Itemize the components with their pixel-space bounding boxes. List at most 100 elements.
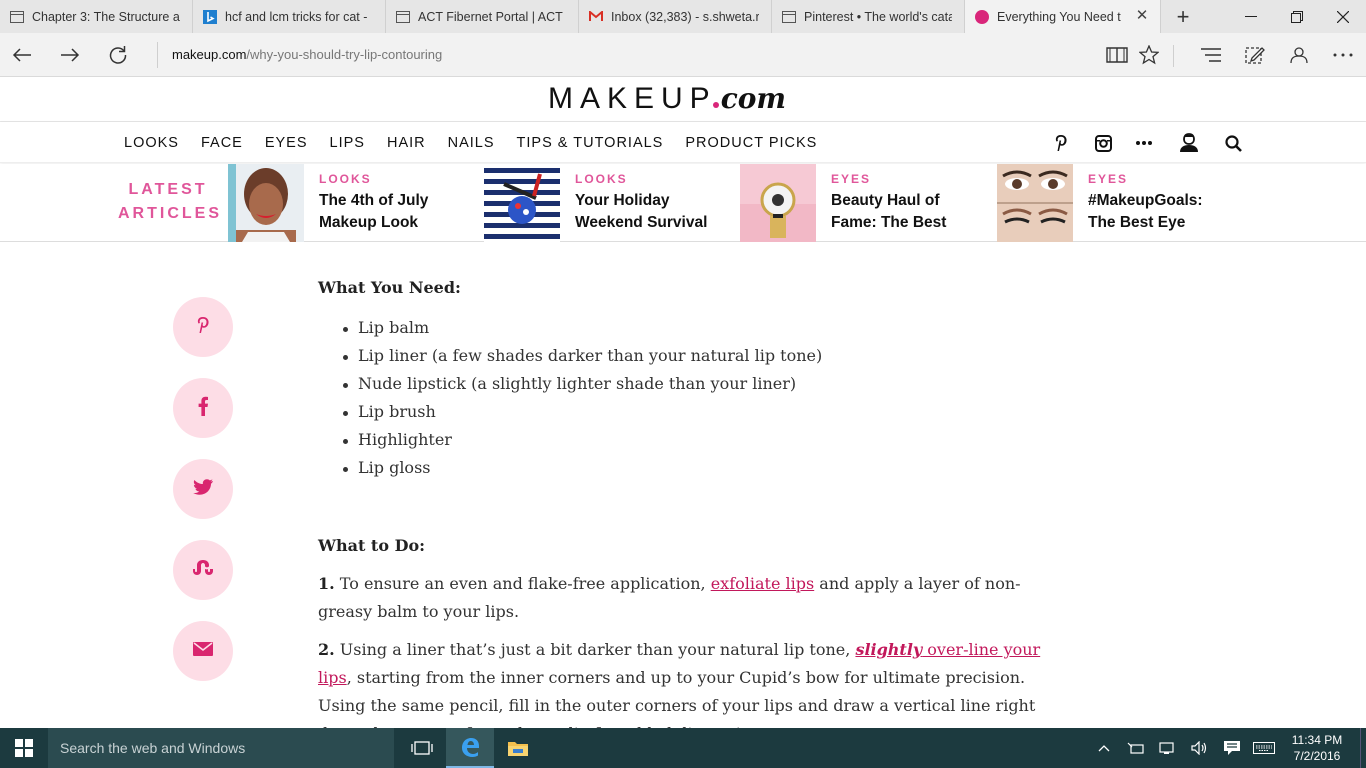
what-you-need-heading: What You Need: <box>318 278 461 297</box>
share-icon[interactable] <box>1286 42 1312 68</box>
show-desktop-button[interactable] <box>1360 728 1366 768</box>
close-window-button[interactable] <box>1320 0 1366 33</box>
article-category: LOOKS <box>319 172 372 186</box>
volume-icon[interactable] <box>1184 728 1216 768</box>
url-field[interactable]: makeup.com/why-you-should-try-lip-contou… <box>157 42 1087 68</box>
latest-article-card[interactable]: EYES Beauty Haul of Fame: The Best <box>740 164 996 242</box>
hub-icon[interactable] <box>1198 42 1224 68</box>
more-icon[interactable] <box>1133 132 1155 154</box>
latest-label-line2: ARTICLES <box>118 205 222 222</box>
article-thumbnail[interactable] <box>484 164 560 242</box>
url-path: /why-you-should-try-lip-contouring <box>246 47 443 62</box>
step-text: Using a liner that’s just a bit darker t… <box>339 640 856 659</box>
article-thumbnail[interactable] <box>997 164 1073 242</box>
restore-button[interactable] <box>1274 0 1320 33</box>
latest-article-card[interactable]: EYES #MakeupGoals: The Best Eye <box>997 164 1253 242</box>
share-stumbleupon-button[interactable] <box>173 540 233 600</box>
keyboard-icon[interactable] <box>1248 728 1280 768</box>
site-logo[interactable]: MAKEUP com <box>548 82 786 118</box>
tab-bar: Chapter 3: The Structure a hcf and lcm t… <box>0 0 1366 33</box>
step-text: To ensure an even and flake-free applica… <box>339 574 711 593</box>
nav-looks[interactable]: LOOKS <box>124 135 179 151</box>
tab-inbox[interactable]: Inbox (32,383) - s.shweta.r <box>579 0 772 33</box>
article-title[interactable]: Your Holiday Weekend Survival <box>575 190 745 234</box>
account-icon[interactable] <box>1178 132 1200 154</box>
pinterest-icon[interactable] <box>1050 132 1072 154</box>
show-hidden-icons-icon[interactable] <box>1088 728 1120 768</box>
step-1: 1. To ensure an even and flake-free appl… <box>318 570 1058 626</box>
share-pinterest-button[interactable] <box>173 297 233 357</box>
page-icon <box>782 10 796 24</box>
tab-pinterest[interactable]: Pinterest • The world's cata <box>772 0 965 33</box>
nav-lips[interactable]: LIPS <box>330 135 365 151</box>
article-thumbnail[interactable] <box>740 164 816 242</box>
share-email-button[interactable] <box>173 621 233 681</box>
task-view-icon[interactable] <box>398 728 446 768</box>
network-icon[interactable] <box>1152 728 1184 768</box>
article-thumbnail[interactable] <box>228 164 304 242</box>
latest-articles-strip: LATEST ARTICLES LOOKS The 4th of July Mak… <box>0 164 1366 242</box>
latest-article-card[interactable]: LOOKS Your Holiday Weekend Survival <box>484 164 740 242</box>
article-category: EYES <box>831 172 872 186</box>
minimize-button[interactable] <box>1228 0 1274 33</box>
start-button[interactable] <box>0 728 48 768</box>
nav-product-picks[interactable]: PRODUCT PICKS <box>685 135 817 151</box>
list-item: Lip brush <box>340 398 1058 426</box>
slightly-link[interactable]: slightly <box>855 640 922 659</box>
nav-face[interactable]: FACE <box>201 135 243 151</box>
article-title[interactable]: The 4th of July Makeup Look <box>319 190 489 234</box>
forward-button[interactable] <box>54 40 86 70</box>
taskbar-clock[interactable]: 11:34 PM 7/2/2016 <box>1280 732 1354 764</box>
gmail-icon <box>589 10 603 24</box>
tab-title: Chapter 3: The Structure a <box>32 9 180 24</box>
windows-taskbar: Search the web and Windows 11:34 PM 7/2/… <box>0 728 1366 768</box>
clock-date: 7/2/2016 <box>1293 749 1341 763</box>
nav-tips-tutorials[interactable]: TIPS & TUTORIALS <box>517 135 664 151</box>
article-title-line2: The Best Eye <box>1088 214 1186 231</box>
article-title[interactable]: Beauty Haul of Fame: The Best <box>831 190 1001 234</box>
makeup-dot-icon <box>975 9 989 24</box>
favorite-star-icon[interactable] <box>1136 42 1162 68</box>
latest-label-line1: LATEST <box>128 181 208 198</box>
more-actions-icon[interactable] <box>1330 42 1356 68</box>
web-note-icon[interactable] <box>1242 42 1268 68</box>
system-tray: 11:34 PM 7/2/2016 <box>1088 728 1366 768</box>
search-icon[interactable] <box>1222 132 1244 154</box>
article-title-line2: Weekend Survival <box>575 214 708 231</box>
article-title[interactable]: #MakeupGoals: The Best Eye <box>1088 190 1258 234</box>
nav-nails[interactable]: NAILS <box>448 135 495 151</box>
what-to-do-heading: What to Do: <box>318 536 426 555</box>
share-facebook-button[interactable] <box>173 378 233 438</box>
share-twitter-button[interactable] <box>173 459 233 519</box>
tab-chapter3[interactable]: Chapter 3: The Structure a <box>0 0 193 33</box>
site-header: MAKEUP com <box>0 78 1366 122</box>
tab-hcf-lcm[interactable]: hcf and lcm tricks for cat - <box>193 0 386 33</box>
nav-eyes[interactable]: EYES <box>265 135 308 151</box>
reading-view-icon[interactable] <box>1104 42 1130 68</box>
tab-act-fibernet[interactable]: ACT Fibernet Portal | ACT F <box>386 0 579 33</box>
edge-taskbar-icon[interactable] <box>446 728 494 768</box>
exfoliate-lips-link[interactable]: exfoliate lips <box>711 574 815 593</box>
notifications-icon[interactable] <box>1216 728 1248 768</box>
close-tab-icon[interactable]: ✕ <box>1134 8 1150 24</box>
stumbleupon-icon <box>191 559 215 581</box>
toolbar-divider <box>1173 45 1174 67</box>
address-bar: makeup.com/why-you-should-try-lip-contou… <box>0 33 1366 77</box>
list-item: Nude lipstick (a slightly lighter shade … <box>340 370 1058 398</box>
facebook-icon <box>198 396 208 421</box>
list-item: Highlighter <box>340 426 1058 454</box>
new-tab-button[interactable]: + <box>1161 0 1205 33</box>
latest-article-card[interactable]: LOOKS The 4th of July Makeup Look <box>228 164 484 242</box>
refresh-button[interactable] <box>102 40 134 70</box>
back-button[interactable] <box>6 40 38 70</box>
article-body: What You Need: Lip balm Lip liner (a few… <box>318 270 1058 748</box>
nav-hair[interactable]: HAIR <box>387 135 426 151</box>
bing-icon <box>203 9 217 24</box>
page-icon <box>10 10 24 24</box>
instagram-icon[interactable] <box>1092 132 1114 154</box>
taskbar-search-field[interactable]: Search the web and Windows <box>48 728 394 768</box>
list-item: Lip liner (a few shades darker than your… <box>340 342 1058 370</box>
battery-plugged-icon[interactable] <box>1120 728 1152 768</box>
tab-makeup-active[interactable]: Everything You Need t ✕ <box>965 0 1161 33</box>
file-explorer-icon[interactable] <box>494 728 542 768</box>
